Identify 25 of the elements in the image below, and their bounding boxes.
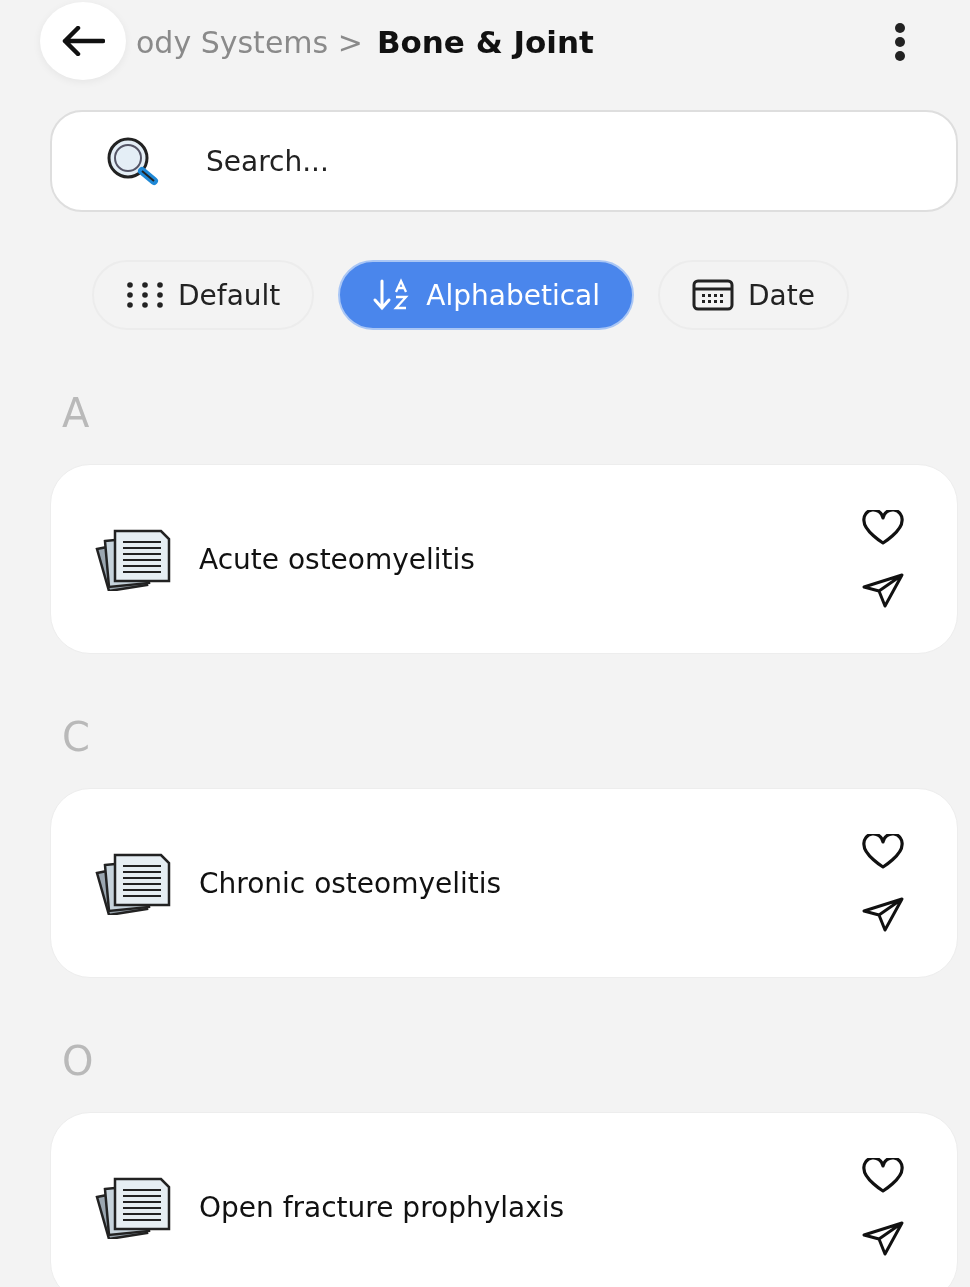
sort-chip[interactable]: Date	[658, 260, 849, 330]
send-icon[interactable]	[861, 896, 905, 932]
topic-card[interactable]: Open fracture prophylaxis	[50, 1112, 958, 1287]
page-title: Bone & Joint	[376, 24, 594, 60]
topic-title: Open fracture prophylaxis	[199, 1190, 566, 1224]
section-letter: C	[62, 714, 91, 762]
topic-card[interactable]: Chronic osteomyelitis	[50, 788, 958, 978]
send-icon[interactable]	[861, 1220, 905, 1256]
search-input[interactable]: Search...	[204, 143, 956, 179]
back-arrow-icon	[61, 26, 105, 56]
sort-chip[interactable]: Alphabetical	[338, 260, 634, 330]
section-letter: A	[62, 390, 91, 438]
topic-card[interactable]: Acute osteomyelitis	[50, 464, 958, 654]
sort-chip[interactable]: Default	[92, 260, 315, 330]
section-letter: O	[62, 1038, 95, 1086]
calendar-icon	[692, 279, 734, 311]
more-options-icon[interactable]	[894, 22, 906, 62]
grid-dots-icon	[126, 281, 164, 309]
topic-title: Acute osteomyelitis	[199, 542, 476, 576]
heart-icon[interactable]	[861, 834, 905, 870]
topic-title: Chronic osteomyelitis	[199, 866, 503, 900]
heart-icon[interactable]	[861, 510, 905, 546]
search-field[interactable]: Search...	[50, 110, 958, 212]
send-icon[interactable]	[861, 572, 905, 608]
heart-icon[interactable]	[861, 1158, 905, 1194]
